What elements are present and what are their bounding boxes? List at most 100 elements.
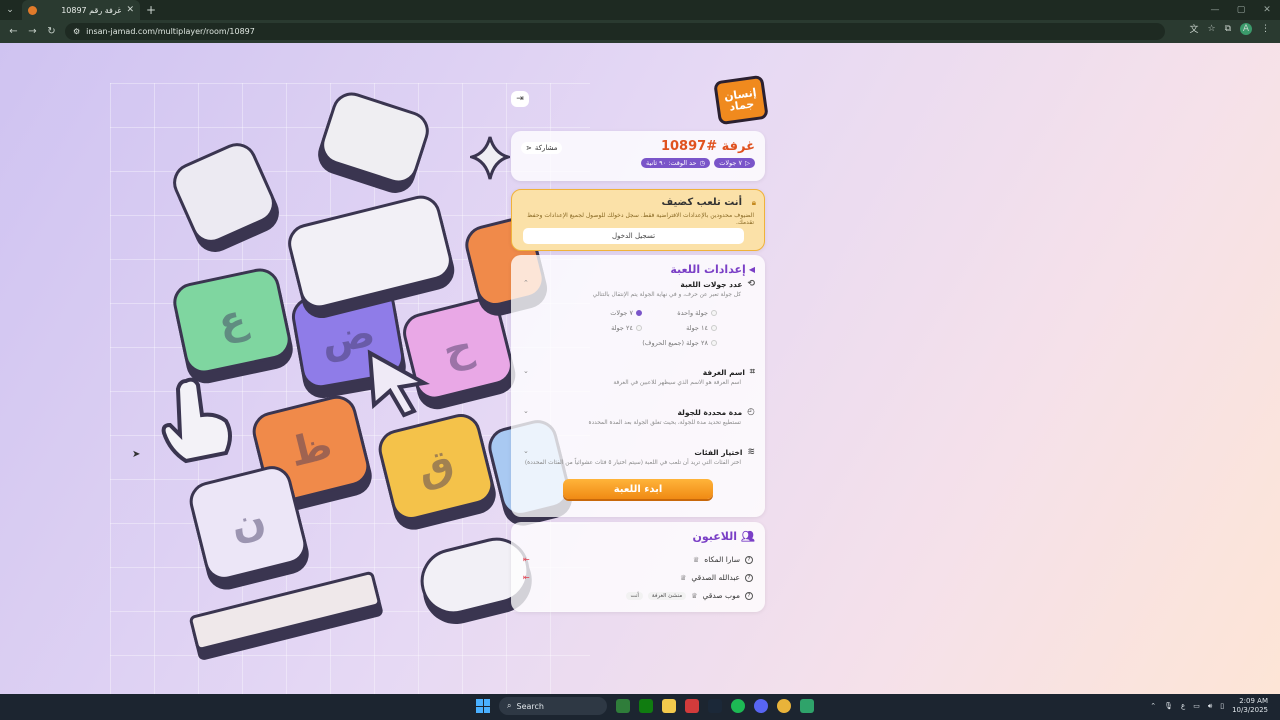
display-icon[interactable]: ▭ bbox=[1193, 702, 1200, 710]
clock[interactable]: 2:09 AM 10/3/2025 bbox=[1232, 697, 1268, 715]
arrow-cursor-illustration bbox=[367, 349, 430, 418]
reload-icon[interactable]: ↻ bbox=[42, 22, 61, 41]
file-explorer-icon[interactable] bbox=[662, 699, 676, 713]
setting-categories-desc: اختر الفئات التي تريد أن تلعب في اللعبة … bbox=[524, 460, 741, 466]
chrome-icon[interactable] bbox=[777, 699, 791, 713]
forward-icon[interactable]: → bbox=[23, 22, 42, 41]
share-button[interactable]: مشاركة ⋖ bbox=[521, 142, 563, 154]
spotify-icon[interactable] bbox=[731, 699, 745, 713]
site-info-icon[interactable]: ⚙ bbox=[73, 27, 80, 36]
player-row-self: ? موب صدقي ♕ منشئ الغرفة أنت bbox=[523, 591, 753, 600]
xbox-icon[interactable] bbox=[639, 699, 653, 713]
app-icon-green[interactable] bbox=[800, 699, 814, 713]
chevron-down-icon[interactable]: ⌄ bbox=[523, 447, 529, 455]
chevron-up-icon[interactable]: ⌃ bbox=[1150, 702, 1156, 710]
setting-categories-title: اختيار الفئات bbox=[694, 447, 743, 457]
crown-icon: ♕ bbox=[691, 591, 698, 600]
steam-icon[interactable] bbox=[708, 699, 722, 713]
round-option-label: ١٤ جولة bbox=[686, 324, 708, 332]
share-label: مشاركة bbox=[534, 144, 558, 152]
url-text: insan-jamad.com/multiplayer/room/10897 bbox=[86, 27, 255, 36]
setting-categories[interactable]: ≋ اختيار الفئات اختر الفئات التي تريد أن … bbox=[521, 447, 755, 466]
profile-avatar[interactable]: A bbox=[1240, 22, 1252, 35]
timer-icon: ◴ bbox=[747, 407, 755, 417]
layers-icon: ≋ bbox=[747, 447, 755, 457]
rounds-options: جولة واحدة ٧ جولات ١٤ جولة ٢٤ جولة ٢٨ جو… bbox=[567, 309, 717, 347]
round-option-selected[interactable]: ٧ جولات bbox=[567, 309, 642, 317]
toolbar-icons: 文 ☆ ⧉ A ⋮ bbox=[1189, 22, 1270, 35]
clock-icon: ◷ bbox=[699, 159, 706, 167]
game-logo[interactable]: إنسان جماد bbox=[713, 74, 769, 126]
room-header-card: غرفة #10897 ▷ ٧ جولات ◷ حد الوقت: ٩٠ ثانية… bbox=[511, 131, 765, 181]
round-option-label: ٢٨ جولة (جميع الحروف) bbox=[642, 339, 708, 347]
tab-search-icon[interactable]: ⌄ bbox=[0, 0, 20, 20]
chevron-down-icon[interactable]: ⌄ bbox=[523, 367, 529, 375]
setting-rounds[interactable]: ⟲ عدد جولات اللعبة كل جولة تعبر عن حرف، و… bbox=[521, 279, 755, 347]
translate-icon[interactable]: 文 bbox=[1189, 22, 1198, 35]
setting-round-time[interactable]: ◴ مدة محددة للجولة تستطيع تحديد مدة للجول… bbox=[521, 407, 755, 426]
mic-icon[interactable]: 🎙︎ bbox=[1164, 702, 1173, 710]
player-status-icon: ? bbox=[745, 591, 753, 600]
login-button[interactable]: تسجيل الدخول bbox=[523, 228, 744, 244]
rounds-refresh-icon: ⟲ bbox=[747, 279, 755, 289]
browser-tab[interactable]: غرفة رقم 10897 ✕ bbox=[22, 0, 140, 20]
url-field[interactable]: ⚙ insan-jamad.com/multiplayer/room/10897 bbox=[65, 23, 1165, 40]
setting-room-name[interactable]: ⌗ اسم الغرفة اسم الغرفة هو الاسم الذي سيظ… bbox=[521, 367, 755, 386]
round-option[interactable]: جولة واحدة bbox=[642, 309, 717, 317]
players-title: 👥︎ اللاعبون bbox=[521, 530, 755, 543]
extensions-icon[interactable]: ⧉ bbox=[1225, 24, 1231, 34]
battery-icon[interactable]: ▯ bbox=[1220, 702, 1224, 710]
round-option[interactable]: ١٤ جولة bbox=[642, 324, 717, 332]
app-icon-red[interactable] bbox=[685, 699, 699, 713]
kick-player-icon[interactable]: ⇤ bbox=[523, 573, 530, 582]
search-label: Search bbox=[516, 701, 544, 711]
exit-room-icon[interactable]: ⇥ bbox=[511, 91, 529, 107]
guest-notice-card: 🔒︎ أنت تلعب كضيف الضيوف محدودين بالإعداد… bbox=[511, 189, 765, 251]
maximize-icon[interactable]: ▢ bbox=[1228, 0, 1254, 20]
player-row: ? سارا المكاه ♕ ⇤ bbox=[523, 555, 753, 564]
mouse-pointer-icon: ➤ bbox=[132, 449, 141, 460]
you-tag: أنت bbox=[626, 591, 643, 600]
player-status-icon: ? bbox=[745, 573, 753, 582]
round-option[interactable]: ٢٨ جولة (جميع الحروف) bbox=[567, 339, 717, 347]
setting-rounds-title: عدد جولات اللعبة bbox=[680, 279, 743, 289]
player-status-icon: ? bbox=[745, 555, 753, 564]
room-chips: ▷ ٧ جولات ◷ حد الوقت: ٩٠ ثانية bbox=[521, 158, 755, 168]
clock-date: 10/3/2025 bbox=[1232, 706, 1268, 714]
crown-icon: ♕ bbox=[680, 573, 687, 582]
start-game-button[interactable]: ابدء اللعبة bbox=[563, 479, 713, 499]
guest-description: الضيوف محدودين بالإعدادات الافتراضية فقط… bbox=[527, 212, 754, 226]
bookmark-star-icon[interactable]: ☆ bbox=[1207, 24, 1215, 34]
volume-icon[interactable]: 🔊︎ bbox=[1208, 702, 1212, 711]
setting-room-name-title: اسم الغرفة bbox=[702, 367, 745, 377]
language-indicator[interactable]: ع bbox=[1181, 702, 1185, 710]
page-content: ع ض ح ظ ق ن إنسان جماد ⇥ غرفة #10897 ▷ ٧ … bbox=[0, 43, 1280, 694]
minimize-icon[interactable]: — bbox=[1202, 0, 1228, 20]
sparkle-icon bbox=[470, 136, 510, 180]
player-name: سارا المكاه bbox=[704, 555, 740, 564]
time-chip: ◷ حد الوقت: ٩٠ ثانية bbox=[641, 158, 711, 168]
chevron-up-icon[interactable]: ⌃ bbox=[523, 279, 529, 287]
tab-strip: ⌄ غرفة رقم 10897 ✕ + — ▢ ✕ bbox=[0, 0, 1280, 20]
menu-dots-icon[interactable]: ⋮ bbox=[1261, 24, 1270, 34]
lock-icon: 🔒︎ bbox=[751, 198, 756, 207]
player-name: عبدالله الصدقي bbox=[691, 573, 740, 582]
taskbar-search[interactable]: ⌕ Search bbox=[499, 697, 607, 715]
player-row: ? عبدالله الصدقي ♕ ⇤ bbox=[523, 573, 753, 582]
rounds-chip: ▷ ٧ جولات bbox=[714, 158, 755, 168]
players-title-text: اللاعبون bbox=[692, 530, 738, 543]
close-tab-icon[interactable]: ✕ bbox=[126, 5, 134, 15]
round-option[interactable]: ٢٤ جولة bbox=[567, 324, 642, 332]
windows-start-icon[interactable] bbox=[476, 699, 490, 713]
close-window-icon[interactable]: ✕ bbox=[1254, 0, 1280, 20]
setting-rounds-desc: كل جولة تعبر عن حرف، و في نهاية الجولة ي… bbox=[592, 292, 741, 298]
settings-title-text: إعدادات اللعبة bbox=[670, 263, 746, 276]
rounds-chip-label: ٧ جولات bbox=[719, 159, 742, 167]
back-icon[interactable]: ← bbox=[4, 22, 23, 41]
discord-icon[interactable] bbox=[754, 699, 768, 713]
chevron-down-icon[interactable]: ⌄ bbox=[523, 407, 529, 415]
app-icon[interactable] bbox=[616, 699, 630, 713]
kick-player-icon[interactable]: ⇤ bbox=[523, 555, 530, 564]
new-tab-icon[interactable]: + bbox=[146, 3, 156, 17]
search-icon: ⌕ bbox=[507, 701, 512, 710]
